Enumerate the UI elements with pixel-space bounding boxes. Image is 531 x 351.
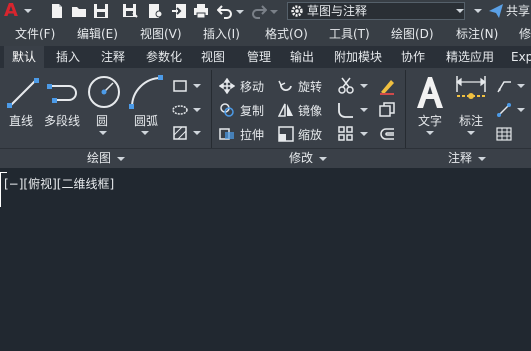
- circle-button-label[interactable]: 圆: [96, 114, 108, 128]
- menu-modify[interactable]: 修: [519, 26, 531, 42]
- annotation-panel-title[interactable]: 注释: [448, 151, 472, 165]
- menu-view[interactable]: 视图(V): [140, 26, 182, 42]
- polyline-icon[interactable]: [46, 76, 80, 110]
- tab-express[interactable]: Exp: [511, 46, 531, 68]
- tab-default[interactable]: 默认: [4, 46, 44, 68]
- arc-button-label[interactable]: 圆弧: [134, 114, 158, 128]
- undo-icon[interactable]: [217, 3, 233, 19]
- open-folder-icon[interactable]: [71, 3, 87, 19]
- modify-panel-chevron-down-icon[interactable]: [319, 157, 327, 161]
- undo-chevron-down-icon[interactable]: [236, 10, 244, 14]
- line-icon[interactable]: [6, 76, 40, 110]
- line-button-label[interactable]: 直线: [9, 114, 33, 128]
- ellipse-icon[interactable]: [172, 103, 188, 117]
- menu-draw[interactable]: 绘图(D): [391, 26, 434, 42]
- arc-chevron-down-icon[interactable]: [141, 131, 149, 135]
- tab-insert[interactable]: 插入: [52, 46, 84, 68]
- dimension-icon[interactable]: [454, 74, 488, 110]
- scale-icon[interactable]: [278, 126, 294, 142]
- redo-icon[interactable]: [251, 3, 267, 19]
- tab-collaborate[interactable]: 协作: [397, 46, 429, 68]
- workspace-label: 草图与注释: [307, 4, 368, 18]
- new-file-icon[interactable]: [49, 3, 65, 19]
- tab-addins[interactable]: 附加模块: [329, 46, 387, 68]
- tab-featured-apps[interactable]: 精选应用: [441, 46, 499, 68]
- move-icon[interactable]: [219, 78, 235, 94]
- import-icon[interactable]: [171, 3, 187, 19]
- menu-insert[interactable]: 插入(I): [203, 26, 240, 42]
- hatch-chevron-down-icon[interactable]: [193, 131, 201, 135]
- explode-icon[interactable]: [378, 101, 396, 119]
- trim-chevron-down-icon[interactable]: [360, 84, 368, 88]
- workspace-chevron-down-icon[interactable]: [456, 9, 464, 13]
- save-as-icon[interactable]: [122, 3, 138, 19]
- draw-panel-chevron-down-icon[interactable]: [117, 157, 125, 161]
- text-icon[interactable]: [414, 74, 446, 110]
- redo-chevron-down-icon[interactable]: [270, 10, 278, 14]
- array-icon[interactable]: [337, 125, 355, 143]
- scale-button[interactable]: 缩放: [298, 127, 322, 143]
- leader-icon[interactable]: [496, 78, 512, 94]
- polyline-button-label[interactable]: 多段线: [44, 114, 80, 128]
- fillet-icon[interactable]: [337, 101, 355, 119]
- ellipse-chevron-down-icon[interactable]: [193, 108, 201, 112]
- draw-panel-title[interactable]: 绘图: [87, 151, 111, 165]
- mirror-icon[interactable]: [278, 102, 294, 118]
- drawing-viewport[interactable]: [0, 168, 531, 351]
- erase-icon[interactable]: [378, 77, 396, 95]
- menu-format[interactable]: 格式(O): [265, 26, 308, 42]
- save-icon[interactable]: [93, 3, 109, 19]
- rectangle-icon[interactable]: [172, 79, 188, 93]
- gear-icon: [291, 5, 303, 17]
- move-button[interactable]: 移动: [240, 79, 264, 95]
- tab-manage[interactable]: 管理: [243, 46, 275, 68]
- dimension-style-icon[interactable]: [496, 102, 512, 118]
- dimension-button-label[interactable]: 标注: [459, 114, 483, 128]
- modify-panel-title[interactable]: 修改: [289, 151, 313, 165]
- cloud-save-icon[interactable]: [147, 3, 163, 19]
- share-icon[interactable]: [488, 3, 504, 19]
- copy-button[interactable]: 复制: [240, 103, 264, 119]
- viewport-controls-label[interactable]: [−][俯视][二维线框]: [4, 177, 114, 191]
- arc-icon[interactable]: [128, 74, 164, 110]
- offset-icon[interactable]: [378, 125, 396, 143]
- tab-output[interactable]: 输出: [286, 46, 318, 68]
- leader-chevron-down-icon[interactable]: [517, 84, 525, 88]
- dimension-style-chevron-down-icon[interactable]: [517, 108, 525, 112]
- mirror-button[interactable]: 镜像: [298, 103, 322, 119]
- menu-file[interactable]: 文件(F): [15, 26, 55, 42]
- app-menu-chevron-down-icon[interactable]: [24, 9, 32, 13]
- fillet-chevron-down-icon[interactable]: [360, 108, 368, 112]
- annotation-panel-chevron-down-icon[interactable]: [478, 157, 486, 161]
- text-button-label[interactable]: 文字: [418, 114, 442, 128]
- circle-icon[interactable]: [86, 74, 122, 110]
- app-logo[interactable]: A: [4, 1, 18, 21]
- table-icon[interactable]: [496, 126, 512, 142]
- stretch-button[interactable]: 拉伸: [240, 127, 264, 143]
- tab-view[interactable]: 视图: [197, 46, 229, 68]
- trim-icon[interactable]: [337, 77, 355, 95]
- stretch-icon[interactable]: [219, 126, 235, 142]
- tab-parametric[interactable]: 参数化: [142, 46, 186, 68]
- customize-qa-chevron-down-icon[interactable]: [474, 9, 482, 13]
- dimension-chevron-down-icon[interactable]: [467, 131, 475, 135]
- menu-tools[interactable]: 工具(T): [329, 26, 370, 42]
- rotate-icon[interactable]: [278, 78, 294, 94]
- menu-edit[interactable]: 编辑(E): [77, 26, 118, 42]
- array-chevron-down-icon[interactable]: [360, 132, 368, 136]
- copy-icon[interactable]: [219, 102, 235, 118]
- share-button[interactable]: 共享: [506, 3, 530, 19]
- menu-dimension[interactable]: 标注(N): [456, 26, 498, 42]
- hatch-icon[interactable]: [172, 126, 188, 140]
- print-icon[interactable]: [193, 3, 209, 19]
- rectangle-chevron-down-icon[interactable]: [193, 84, 201, 88]
- circle-chevron-down-icon[interactable]: [99, 131, 107, 135]
- text-chevron-down-icon[interactable]: [426, 131, 434, 135]
- rotate-button[interactable]: 旋转: [298, 79, 322, 95]
- tab-annotate[interactable]: 注释: [97, 46, 129, 68]
